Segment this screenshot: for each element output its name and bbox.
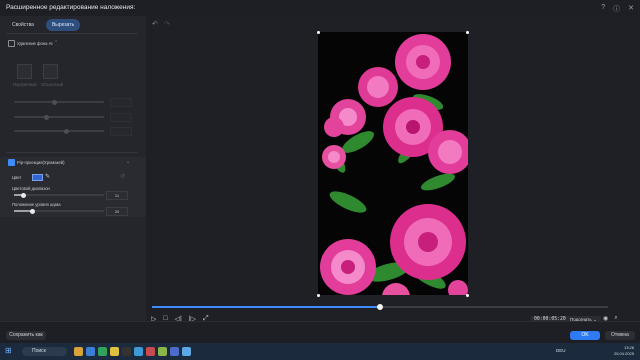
app-icon[interactable] [146, 347, 155, 356]
eyedropper-icon[interactable]: ✎ [45, 173, 50, 180]
title-bar: Расширенное редактирование наложения: ? … [0, 0, 640, 16]
taskbar: ⊞ Поиск DEU 13:26 25.04.2025 [0, 343, 640, 360]
app-icon[interactable] [122, 347, 131, 356]
resize-handle[interactable] [317, 294, 320, 297]
timeline-playhead[interactable] [377, 304, 383, 310]
roses-image [318, 32, 468, 295]
properties-panel: Свойства Вырезать Удаление фона AI ⌃ Пор… [0, 16, 146, 321]
chevron-up-icon[interactable]: ⌃ [54, 40, 58, 46]
object-mode-thumb [43, 64, 58, 79]
cancel-button[interactable]: Отмена [605, 331, 635, 340]
app-icon[interactable] [170, 347, 179, 356]
portrait-mode-thumb [17, 64, 32, 79]
tab-properties[interactable]: Свойства [6, 19, 40, 31]
pip-checkbox[interactable] [8, 159, 15, 166]
folder-icon[interactable] [110, 347, 119, 356]
search-box[interactable]: Поиск [22, 347, 67, 356]
color-label: Цвет [12, 175, 22, 180]
tolerance-value[interactable]: 11 [106, 191, 128, 200]
clock[interactable]: 13:26 25.04.2025 [614, 345, 634, 357]
window-title: Расширенное редактирование наложения: [6, 4, 136, 11]
ai-removal-label: Удаление фона AI [17, 41, 53, 46]
tab-cutout[interactable]: Вырезать [45, 19, 81, 31]
ai-removal-checkbox[interactable] [8, 40, 15, 47]
dialog-footer: Сохранить как OK Отмена [0, 321, 640, 344]
ai-slider-3 [14, 128, 104, 134]
app-icon[interactable] [134, 347, 143, 356]
info-icon[interactable]: ⓘ [613, 4, 620, 14]
ai-value-2 [110, 113, 132, 122]
ok-button[interactable]: OK [570, 331, 600, 340]
ai-slider-2 [14, 114, 104, 120]
ai-value-1 [110, 98, 132, 107]
app-icon[interactable] [182, 347, 191, 356]
edge-value[interactable]: 20 [106, 207, 128, 216]
app-icon[interactable] [98, 347, 107, 356]
app-icon[interactable] [74, 347, 83, 356]
undo-icon[interactable]: ↶ [152, 20, 158, 28]
pip-section: Pip-проекция(Хромакей) ⌄ Цвет ✎ ↺ Цветов… [0, 157, 146, 217]
edge-slider[interactable] [14, 208, 104, 214]
video-preview[interactable] [318, 32, 468, 295]
browser-icon[interactable] [86, 347, 95, 356]
save-as-button[interactable]: Сохранить как [6, 331, 46, 340]
tray-lang[interactable]: DEU [556, 348, 566, 353]
pip-label: Pip-проекция(Хромакей) [17, 160, 65, 165]
help-icon[interactable]: ? [601, 4, 605, 14]
object-label: Объектный [41, 82, 63, 87]
reset-icon[interactable]: ↺ [120, 173, 125, 180]
resize-handle[interactable] [466, 31, 469, 34]
edge-label: Положение уровня шума [12, 202, 61, 207]
clock-date: 25.04.2025 [613, 351, 634, 356]
ai-value-3 [110, 127, 132, 136]
resize-handle[interactable] [466, 294, 469, 297]
windows-start-icon[interactable]: ⊞ [5, 346, 12, 355]
app-icon[interactable] [158, 347, 167, 356]
resize-handle[interactable] [317, 31, 320, 34]
close-icon[interactable]: ✕ [628, 4, 634, 14]
portrait-label: Портретный [13, 82, 37, 87]
chevron-down-icon[interactable]: ⌄ [126, 159, 130, 165]
color-swatch[interactable] [32, 174, 43, 181]
redo-icon[interactable]: ↷ [164, 20, 170, 28]
ai-slider-1 [14, 99, 104, 105]
divider [6, 33, 138, 34]
search-label: Поиск [32, 348, 46, 354]
tolerance-slider[interactable] [14, 192, 104, 198]
tolerance-label: Цветовой диапазон [12, 186, 50, 191]
divider [6, 152, 138, 153]
